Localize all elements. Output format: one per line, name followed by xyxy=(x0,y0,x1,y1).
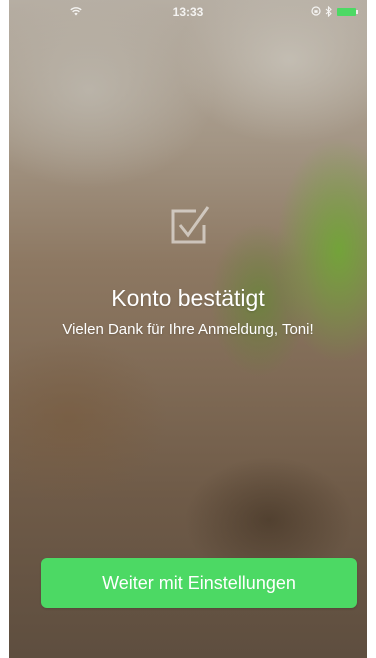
battery-tip xyxy=(356,9,358,14)
battery-level xyxy=(337,7,356,16)
lock-rotation-icon xyxy=(311,6,321,16)
app-screen: 13:33 Konto bestätigt Vielen Dank für Ih… xyxy=(9,0,367,658)
continue-to-settings-button[interactable]: Weiter mit Einstellungen xyxy=(41,558,357,608)
status-bar: 13:33 xyxy=(9,0,367,24)
bluetooth-icon xyxy=(325,5,332,17)
battery-icon xyxy=(337,7,359,16)
confirmation-title: Konto bestätigt xyxy=(111,285,265,311)
confirmation-message: Vielen Dank für Ihre Anmeldung, Toni! xyxy=(62,321,314,338)
checkbox-checked-icon xyxy=(171,206,210,244)
status-icons xyxy=(311,5,359,17)
